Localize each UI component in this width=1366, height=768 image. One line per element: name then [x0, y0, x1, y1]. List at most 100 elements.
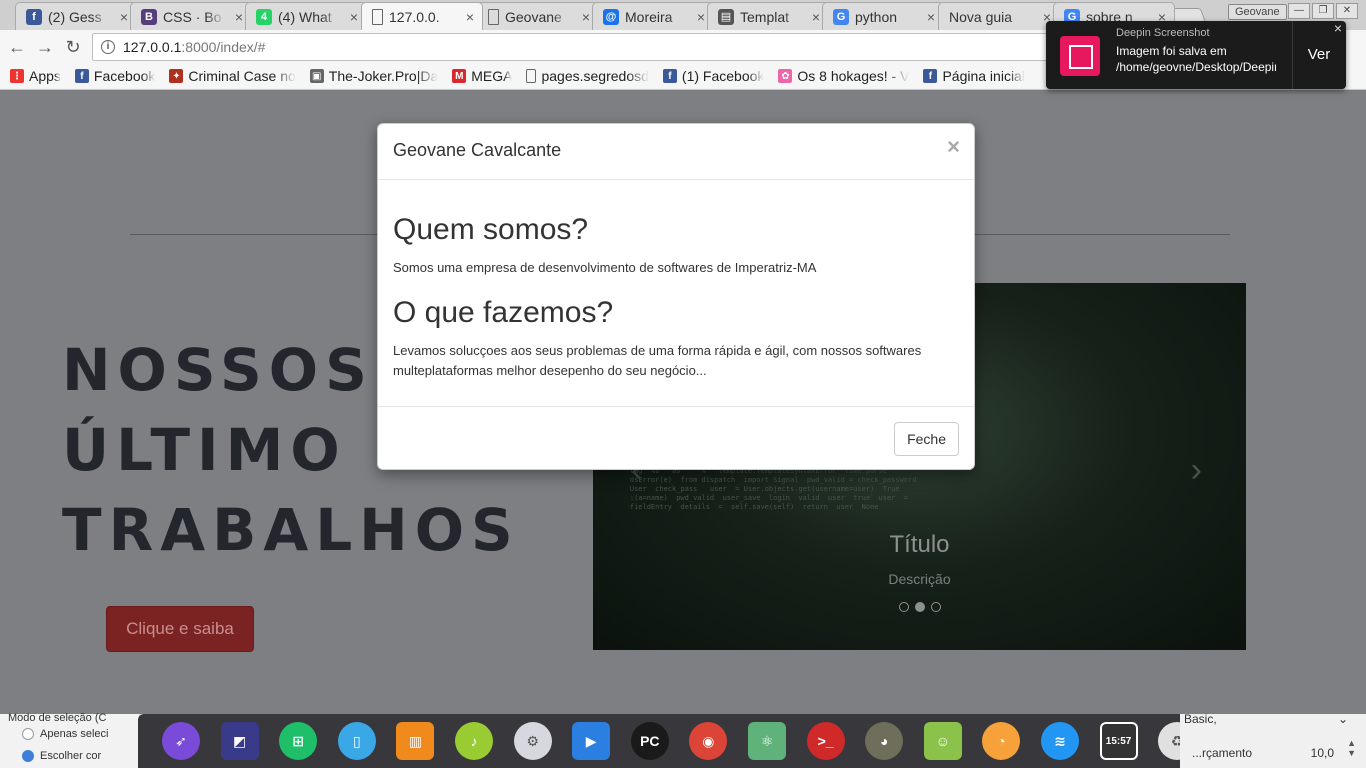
- carousel-indicator[interactable]: [930, 602, 941, 612]
- tab-close-icon[interactable]: ×: [350, 9, 358, 25]
- tab[interactable]: ▤ Templat ×: [707, 2, 829, 30]
- clock-app-icon[interactable]: ◔: [982, 722, 1021, 760]
- url-host: 127.0.0.1: [123, 39, 182, 55]
- bookmark-item[interactable]: f Página inicial: [923, 68, 1025, 84]
- tab-close-icon[interactable]: ×: [812, 9, 820, 25]
- bookmark-label: Criminal Case no: [188, 68, 296, 84]
- selection-option-only[interactable]: Apenas seleci: [22, 728, 109, 740]
- bookmark-label: Os 8 hokages! - V: [797, 68, 910, 84]
- bookmark-item[interactable]: pages.segredosd: [526, 68, 649, 84]
- video-icon[interactable]: ▶: [572, 722, 611, 760]
- cta-button[interactable]: Clique e saiba: [106, 606, 254, 652]
- carousel-indicator[interactable]: [914, 602, 925, 612]
- tab[interactable]: Nova guia ×: [938, 2, 1060, 30]
- selection-option-only-label: Apenas seleci: [40, 728, 109, 740]
- bookmark-label: MEGA: [471, 68, 513, 84]
- reload-button[interactable]: ↻: [62, 36, 84, 58]
- criminal-case-icon: ✦: [169, 69, 184, 83]
- file-manager-icon[interactable]: ▯: [337, 722, 376, 760]
- mega-icon: M: [452, 69, 467, 83]
- radio-selected-icon[interactable]: [22, 750, 34, 762]
- tab[interactable]: Geovane ×: [477, 2, 599, 30]
- page-icon: [372, 8, 383, 25]
- bookmark-item[interactable]: f (1) Facebook: [662, 68, 764, 84]
- modal-close-button[interactable]: Feche: [894, 422, 959, 456]
- bookmark-item[interactable]: ✿ Os 8 hokages! - V: [778, 68, 909, 84]
- app-store-bag-icon[interactable]: ▥: [396, 722, 435, 760]
- carousel-caption-description: Descrição: [888, 571, 951, 587]
- modal-heading-services: O que fazemos?: [393, 296, 614, 329]
- modal-body: Quem somos? Somos uma empresa de desenvo…: [378, 180, 974, 406]
- deepin-store-icon[interactable]: ⊞: [279, 722, 318, 760]
- selection-option-color-label: Escolher cor: [40, 750, 102, 762]
- carousel-caption-title: Título: [889, 531, 950, 558]
- music-icon[interactable]: ♪: [455, 722, 493, 760]
- tab[interactable]: @ Moreira ×: [592, 2, 714, 30]
- launcher-icon[interactable]: ➶: [162, 722, 200, 760]
- settings-icon[interactable]: ⚙: [513, 722, 552, 760]
- back-button[interactable]: ←: [6, 36, 28, 58]
- bookmark-item[interactable]: ✦ Criminal Case no: [169, 68, 296, 84]
- apps-grid-icon: ⋮: [10, 69, 24, 83]
- desktop-taskbar-area: Modo de seleção (C Apenas seleci Escolhe…: [0, 712, 1366, 768]
- selection-mode-title: Modo de seleção (C: [8, 712, 107, 724]
- atom-icon[interactable]: ⚛: [748, 722, 786, 760]
- modal-close-icon[interactable]: ×: [947, 134, 960, 160]
- book-icon: ▤: [718, 8, 734, 25]
- chevron-down-icon[interactable]: ⌄: [1338, 712, 1348, 726]
- selection-option-color[interactable]: Escolher cor: [22, 750, 101, 762]
- page-icon: [526, 69, 537, 83]
- tab-close-icon[interactable]: ×: [466, 9, 474, 25]
- bookmark-item[interactable]: ⋮ Apps: [10, 68, 61, 84]
- tab[interactable]: 4 (4) What ×: [245, 2, 367, 30]
- multitask-icon[interactable]: ◩: [220, 722, 259, 760]
- radio-icon[interactable]: [22, 728, 34, 740]
- tab[interactable]: f (2) Gess ×: [15, 2, 137, 30]
- pycharm-icon[interactable]: PC: [630, 722, 669, 760]
- tab-close-icon[interactable]: ×: [582, 9, 590, 25]
- tab[interactable]: B CSS · Bo ×: [130, 2, 252, 30]
- carousel-next-icon[interactable]: ›: [1191, 451, 1202, 490]
- tab-title: python: [855, 8, 898, 25]
- selection-mode-panel: Modo de seleção (C Apenas seleci Escolhe…: [0, 712, 140, 768]
- close-window-button[interactable]: ✕: [1336, 3, 1358, 19]
- tab[interactable]: Gpython ×: [822, 2, 944, 30]
- brush-mode-select[interactable]: Basic,: [1184, 712, 1217, 726]
- tab-close-icon[interactable]: ×: [927, 9, 935, 25]
- property-value-field[interactable]: 10,0: [1311, 746, 1334, 760]
- google-icon: G: [833, 8, 849, 25]
- facebook-icon: f: [26, 8, 42, 25]
- facebook-icon: f: [74, 69, 89, 83]
- wifi-icon[interactable]: ≋: [1041, 722, 1079, 760]
- carousel-indicator[interactable]: [898, 602, 909, 612]
- gimp-icon[interactable]: ◕: [865, 722, 904, 760]
- tab-close-icon[interactable]: ×: [697, 9, 705, 25]
- tab-title: Nova guia: [949, 8, 1013, 25]
- modal-dialog: Geovane Cavalcante × Quem somos? Somos u…: [377, 123, 975, 470]
- at-icon: @: [603, 8, 619, 25]
- info-icon[interactable]: i: [101, 40, 115, 54]
- minimize-button[interactable]: —: [1288, 3, 1310, 19]
- stepper-icon[interactable]: ▲ ▼: [1347, 738, 1356, 758]
- bookmark-item[interactable]: M MEGA: [452, 68, 512, 84]
- tab-title: 127.0.0.: [389, 8, 440, 25]
- android-icon[interactable]: ☺: [923, 722, 962, 760]
- tab-close-icon[interactable]: ×: [120, 9, 128, 25]
- terminal-icon[interactable]: >_: [806, 722, 845, 760]
- dock: ➶ ◩ ⊞ ▯ ▥ ♪ ⚙ ▶ PC ◉ ⚛ >_ ◕ ☺ ◔ ≋ 15:57 ♻: [138, 714, 1220, 768]
- page-icon: [488, 8, 499, 25]
- notification-close-icon[interactable]: ×: [1334, 20, 1342, 36]
- tab-close-icon[interactable]: ×: [235, 9, 243, 25]
- site-icon: ✿: [778, 69, 793, 83]
- tab[interactable]: 127.0.0. ×: [361, 2, 483, 30]
- maximize-button[interactable]: ❐: [1312, 3, 1334, 19]
- clock-icon[interactable]: 15:57: [1099, 722, 1138, 760]
- bookmark-item[interactable]: ▣ The-Joker.Pro|Da: [309, 68, 439, 84]
- forward-button[interactable]: →: [34, 36, 56, 58]
- modal-header: Geovane Cavalcante ×: [378, 124, 974, 180]
- bookmark-item[interactable]: f Facebook: [74, 68, 155, 84]
- chrome-icon[interactable]: ◉: [689, 722, 728, 760]
- tab-title: Templat: [740, 8, 790, 25]
- bookmark-label: The-Joker.Pro|Da: [328, 68, 439, 84]
- profile-button[interactable]: Geovane: [1228, 4, 1287, 20]
